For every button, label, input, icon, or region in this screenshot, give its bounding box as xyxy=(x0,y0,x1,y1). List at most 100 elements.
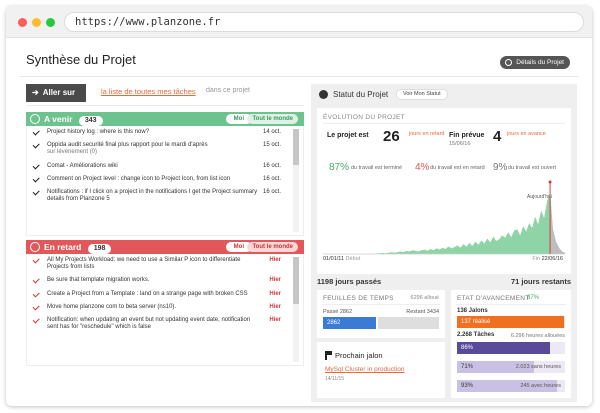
upcoming-task-row[interactable]: Notifications : if I click on a project … xyxy=(27,186,303,206)
arrow-right-icon: ➔ xyxy=(32,88,39,97)
upcoming-task-row[interactable]: Oppida audit securité final plus rapport… xyxy=(27,139,303,159)
late-task-date: Hier xyxy=(269,303,281,310)
checkmark-icon[interactable] xyxy=(32,290,40,297)
status-panel: Statut du Projet Voir Mon Statut ÉVOLUTI… xyxy=(311,84,577,402)
upcoming-task-text: Notifications : if I click on a project … xyxy=(47,189,258,203)
late-list: All My Projects Workload: we need to use… xyxy=(26,254,304,366)
browser-chrome: https://www.planzone.fr xyxy=(6,6,592,38)
late-header: En retard 198 Moi Tout le monde xyxy=(26,240,304,254)
all-my-tasks-link[interactable]: la liste de toutes mes tâches xyxy=(101,87,196,96)
late-scrollbar[interactable] xyxy=(293,257,299,362)
milestones-done: 137 réalisé xyxy=(461,319,491,325)
minimize-window-icon[interactable] xyxy=(32,18,41,27)
status-icon xyxy=(319,90,328,99)
timesheets-spent-value: 2862 xyxy=(327,320,341,326)
late-scroll-thumb[interactable] xyxy=(293,257,299,305)
checkmark-icon[interactable] xyxy=(32,276,40,284)
late-task-text: Create a Project from a Template : land … xyxy=(47,290,248,297)
late-task-row[interactable]: Create a Project from a Template : land … xyxy=(27,288,303,301)
late-task-text: Notification: when updating an event but… xyxy=(47,317,251,331)
page-content: Synthèse du Projet Détails du Projet ➔ Al… xyxy=(6,38,592,406)
evolution-chart xyxy=(323,180,565,255)
timesheets-spent-bar: 2862 xyxy=(323,317,376,329)
checkmark-icon[interactable] xyxy=(32,175,40,182)
late-task-row[interactable]: Move home planzone com to beta server (n… xyxy=(27,301,303,314)
milestones-count: 138 Jalons xyxy=(457,308,488,314)
timesheets-remaining-label: Restant 3434 xyxy=(406,309,439,315)
task-progress-note: 2.023 sans heures xyxy=(515,364,561,370)
upcoming-filter-all[interactable]: Tout le monde xyxy=(247,114,298,124)
upcoming-scroll-thumb[interactable] xyxy=(293,129,299,166)
alert-circle-icon xyxy=(30,242,40,252)
project-details-label: Détails du Projet xyxy=(516,59,564,66)
late-task-row[interactable]: Notification: when updating an event but… xyxy=(27,314,303,334)
late-title: En retard xyxy=(44,242,82,252)
goto-divider xyxy=(26,105,304,106)
milestones-label: 138 Jalons xyxy=(457,308,488,314)
end-date-label: Fin xyxy=(532,256,541,262)
view-my-status-button[interactable]: Voir Mon Statut xyxy=(396,89,448,100)
late-task-date: Hier xyxy=(269,277,281,284)
header-divider xyxy=(20,76,578,77)
upcoming-count-badge: 343 xyxy=(78,116,103,126)
upcoming-task-date: 14 oct. xyxy=(262,129,281,135)
checkmark-icon[interactable] xyxy=(32,303,40,310)
maximize-window-icon[interactable] xyxy=(46,18,55,27)
checkmark-icon[interactable] xyxy=(32,141,40,149)
upcoming-task-text: Comat - Améliorations wiki xyxy=(47,162,118,169)
progress-pct: 87% xyxy=(527,295,540,301)
progress-card: ETAT D'AVANCEMENT 87% 138 Jalons 137 réa… xyxy=(451,290,571,398)
checkmark-icon[interactable] xyxy=(32,188,40,196)
late-task-date: Hier xyxy=(269,257,281,263)
late-filter-all[interactable]: Tout le monde xyxy=(247,242,298,252)
end-date-value: 22/06/16 xyxy=(541,256,563,262)
upcoming-task-text: Comment on Project level : change icon t… xyxy=(47,175,231,182)
checkmark-icon[interactable] xyxy=(32,162,40,169)
checkmark-icon[interactable] xyxy=(32,128,40,136)
upcoming-task-date: 15 oct. xyxy=(262,142,281,149)
upcoming-task-subtext: sur lévénement (0) xyxy=(47,149,98,156)
checkmark-icon[interactable] xyxy=(32,316,40,324)
late-task-text: All My Projects Workload: we need to use… xyxy=(47,257,241,271)
timesheets-allocated: 6296 alloué xyxy=(410,295,439,301)
tasks-hours-allocated: 6.296 heures allouées xyxy=(510,333,565,339)
timesheets-card: FEUILLES DE TEMPS 6296 alloué Passé 2862… xyxy=(317,290,445,338)
address-bar[interactable]: https://www.planzone.fr xyxy=(64,12,584,32)
late-task-row[interactable]: Be sure that template migration works. Hi… xyxy=(27,274,303,287)
check-circle-icon xyxy=(30,114,40,124)
upcoming-scrollbar[interactable] xyxy=(293,129,299,232)
milestones-bar: 137 réalisé xyxy=(457,316,565,328)
upcoming-task-row[interactable]: Comment on Project level : change icon t… xyxy=(27,173,303,186)
evolution-area-future xyxy=(550,192,565,254)
late-task-row[interactable]: All My Projects Workload: we need to use… xyxy=(27,254,303,274)
upcoming-title: A venir xyxy=(44,114,73,124)
tasks-label: 2.268 Tâches xyxy=(457,332,494,338)
goto-button[interactable]: ➔ Aller sur xyxy=(26,84,86,102)
goto-label: Aller sur xyxy=(42,88,76,97)
next-milestone-date: 14/11/15 xyxy=(325,376,345,382)
task-progress-pct: 71% xyxy=(461,364,474,370)
progress-divider xyxy=(456,304,566,305)
timesheets-remaining-bar xyxy=(377,317,439,329)
late-section: En retard 198 Moi Tout le monde All My P… xyxy=(26,240,304,366)
upcoming-task-row[interactable]: Project history log : where is this now?… xyxy=(27,126,303,139)
page-title: Synthèse du Projet xyxy=(26,52,136,67)
status-title: Statut du Projet xyxy=(333,90,389,99)
days-summary: 1198 jours passés 71 jours restants xyxy=(317,277,571,286)
start-date-label: Début xyxy=(345,256,361,262)
upcoming-list: Project history log : where is this now?… xyxy=(26,126,304,236)
task-progress-note: 245 avec heures xyxy=(520,383,561,389)
timesheets-divider xyxy=(322,304,440,305)
timesheets-title: FEUILLES DE TEMPS xyxy=(323,295,394,302)
today-marker-dot xyxy=(548,180,552,184)
goto-bar: ➔ Aller sur la liste de toutes mes tâches… xyxy=(26,84,304,106)
close-window-icon[interactable] xyxy=(18,18,27,27)
end-date: Fin 22/06/16 xyxy=(532,256,563,262)
project-details-button[interactable]: Détails du Projet xyxy=(500,56,570,69)
days-passed: 1198 jours passés xyxy=(317,277,382,286)
late-task-date: Hier xyxy=(269,290,281,297)
next-milestone-link[interactable]: MySql Cluster in production xyxy=(325,366,404,373)
today-marker-label: Aujourd'hui xyxy=(527,194,552,200)
checkmark-icon[interactable] xyxy=(32,256,40,264)
upcoming-task-row[interactable]: Comat - Améliorations wiki 16 oct. xyxy=(27,160,303,173)
